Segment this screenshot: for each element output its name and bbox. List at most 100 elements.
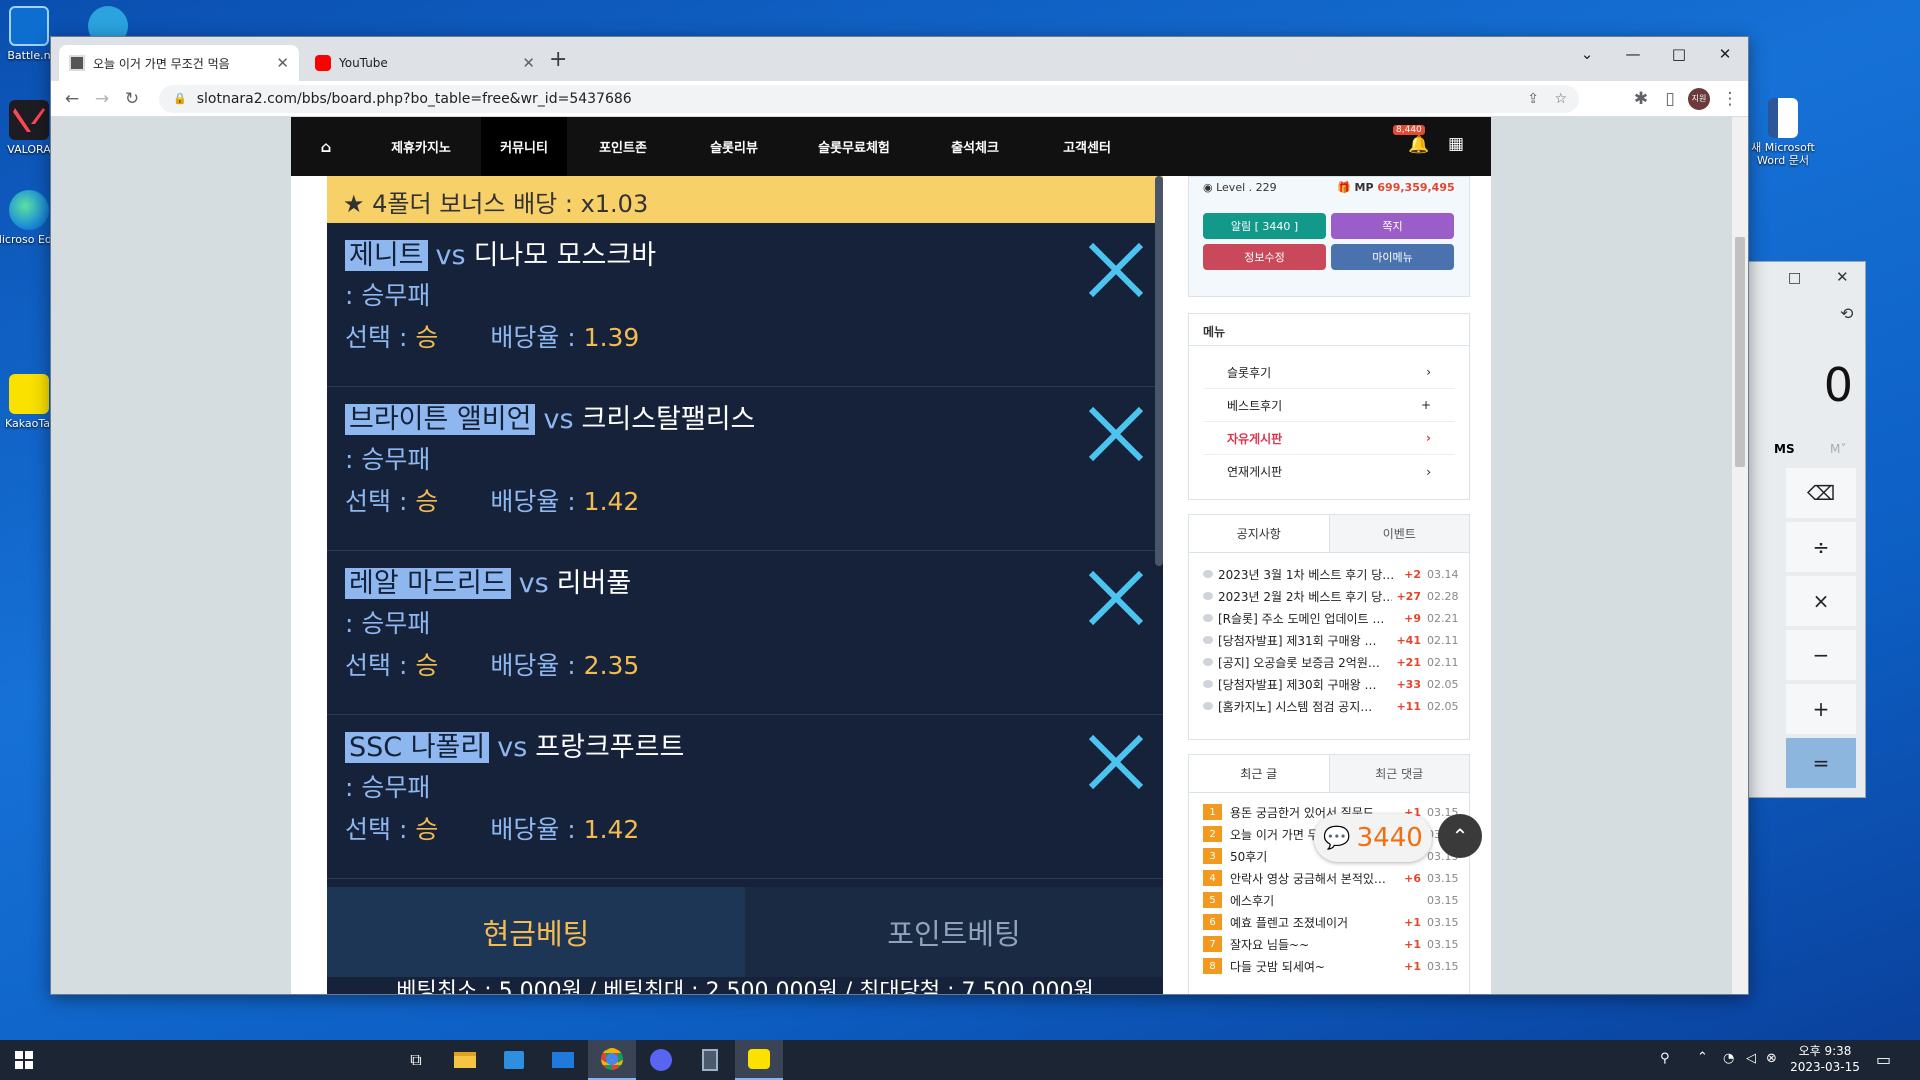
menu-item-best-review[interactable]: 베스트후기 + bbox=[1203, 389, 1455, 422]
notice-item[interactable]: 2023년 2월 2차 베스트 후기 당… +27 02.28 bbox=[1189, 585, 1469, 607]
nav-item-point-zone[interactable]: 포인트존 bbox=[567, 117, 679, 176]
home-team: SSC 나폴리 bbox=[345, 732, 490, 763]
backspace-key[interactable]: ⌫ bbox=[1786, 468, 1856, 518]
tray-chevron-icon[interactable]: ⌃ bbox=[1697, 1050, 1708, 1065]
notice-item[interactable]: [공지] 오공슬롯 보증금 2억원… +21 02.11 bbox=[1189, 651, 1469, 673]
tab-cash-bet[interactable]: 현금베팅 bbox=[327, 887, 745, 977]
message-button[interactable]: 쪽지 bbox=[1331, 213, 1454, 239]
extensions-icon[interactable]: ✱ bbox=[1626, 84, 1656, 114]
file-explorer-icon[interactable] bbox=[441, 1040, 489, 1080]
tab-youtube[interactable]: YouTube ✕ bbox=[305, 45, 545, 81]
people-icon[interactable]: ⚲ bbox=[1660, 1051, 1670, 1066]
remove-x-icon[interactable] bbox=[1087, 569, 1145, 627]
equals-key[interactable]: = bbox=[1786, 738, 1856, 788]
forward-icon[interactable]: → bbox=[87, 84, 117, 114]
clock[interactable]: 오후 9:38 2023-03-15 bbox=[1790, 1043, 1860, 1075]
tab-recent-posts[interactable]: 최근 글 bbox=[1189, 755, 1330, 792]
slip-scrollbar[interactable] bbox=[1155, 176, 1163, 566]
notice-item[interactable]: [당첨자발표] 제30회 구매왕 … +33 02.05 bbox=[1189, 673, 1469, 695]
maximize-icon[interactable]: □ bbox=[1788, 270, 1801, 286]
notice-item[interactable]: 2023년 3월 1차 베스트 후기 당… +2 03.14 bbox=[1189, 563, 1469, 585]
recent-post-item[interactable]: 7 잘자요 님들~~ +1 03.15 bbox=[1189, 933, 1469, 955]
notice-item[interactable]: [당첨자발표] 제31회 구매왕 … +41 02.11 bbox=[1189, 629, 1469, 651]
tab-notice[interactable]: 공지사항 bbox=[1189, 515, 1330, 552]
history-icon[interactable]: ⟲ bbox=[1840, 304, 1853, 323]
nav-item-community[interactable]: 커뮤니티 bbox=[481, 117, 567, 176]
plus-key[interactable]: + bbox=[1786, 684, 1856, 734]
nav-item-partner-casino[interactable]: 제휴카지노 bbox=[361, 117, 481, 176]
chat-bubble-icon: 💬 bbox=[1323, 825, 1351, 851]
chrome-icon[interactable] bbox=[588, 1040, 636, 1080]
my-menu-button[interactable]: 마이메뉴 bbox=[1331, 244, 1454, 270]
tab-active[interactable]: 오늘 이거 가면 무조건 먹음 ✕ bbox=[59, 45, 299, 81]
chat-float-button[interactable]: 💬 3440 bbox=[1314, 814, 1432, 862]
recent-post-item[interactable]: 4 안락사 영상 궁금해서 본적있… +6 03.15 bbox=[1189, 867, 1469, 889]
remove-x-icon[interactable] bbox=[1087, 733, 1145, 791]
edit-profile-button[interactable]: 정보수정 bbox=[1203, 244, 1326, 270]
recent-post-item[interactable]: 6 예효 플렌고 조졌네이거 +1 03.15 bbox=[1189, 911, 1469, 933]
task-view-icon[interactable]: ⧉ bbox=[392, 1040, 440, 1080]
close-icon[interactable]: ✕ bbox=[1836, 268, 1849, 286]
page-scrollbar[interactable] bbox=[1732, 117, 1748, 994]
windows-start-icon[interactable] bbox=[0, 1040, 48, 1080]
close-window-icon[interactable]: ✕ bbox=[1702, 37, 1748, 71]
reload-icon[interactable]: ↻ bbox=[117, 84, 147, 114]
close-tab-icon[interactable]: ✕ bbox=[276, 54, 289, 72]
nav-item-free-slot[interactable]: 슬롯무료체험 bbox=[789, 117, 919, 176]
mail-icon[interactable] bbox=[539, 1040, 587, 1080]
nav-item-customer-center[interactable]: 고객센터 bbox=[1031, 117, 1143, 176]
store-icon[interactable] bbox=[490, 1040, 538, 1080]
market-label: : 승무패 bbox=[345, 281, 431, 310]
scroll-top-icon[interactable]: ⌃ bbox=[1438, 814, 1482, 858]
grid-menu-icon[interactable]: ▦ bbox=[1448, 134, 1464, 154]
minus-key[interactable]: − bbox=[1786, 630, 1856, 680]
share-icon[interactable]: ⇪ bbox=[1527, 91, 1539, 107]
multiply-key[interactable]: × bbox=[1786, 576, 1856, 626]
new-tab-button[interactable]: + bbox=[549, 47, 567, 72]
calculator-window[interactable]: □ ✕ ⟲ 0 MS M˅ ⌫ ÷ × − + = bbox=[1747, 261, 1866, 798]
volume-icon[interactable]: ◁ bbox=[1746, 1051, 1756, 1066]
menu-item-serial-board[interactable]: 연재게시판 › bbox=[1203, 455, 1455, 488]
bell-icon[interactable]: 🔔 bbox=[1408, 135, 1429, 155]
kakaotalk-icon[interactable] bbox=[735, 1040, 783, 1080]
notice-item[interactable]: [R슬롯] 주소 도메인 업데이트 … +9 02.21 bbox=[1189, 607, 1469, 629]
recent-post-item[interactable]: 5 에스후기 03.15 bbox=[1189, 889, 1469, 911]
page-scrollbar-thumb[interactable] bbox=[1735, 237, 1745, 467]
alert-button[interactable]: 알림 [ 3440 ] bbox=[1203, 213, 1326, 239]
side-panel-icon[interactable]: ▯ bbox=[1655, 84, 1685, 114]
tab-search-icon[interactable]: ⌄ bbox=[1564, 37, 1610, 71]
remove-x-icon[interactable] bbox=[1087, 241, 1145, 299]
divide-key[interactable]: ÷ bbox=[1786, 522, 1856, 572]
menu-item-free-board[interactable]: 자유게시판 › bbox=[1203, 422, 1455, 455]
home-icon[interactable]: ⌂ bbox=[291, 117, 361, 176]
nav-item-slot-review[interactable]: 슬롯리뷰 bbox=[679, 117, 789, 176]
back-icon[interactable]: ← bbox=[57, 84, 87, 114]
notification-center-icon[interactable]: ▭ bbox=[1876, 1050, 1891, 1069]
tab-point-bet[interactable]: 포인트베팅 bbox=[745, 887, 1163, 977]
tab-event[interactable]: 이벤트 bbox=[1329, 515, 1469, 552]
desktop-icon-word[interactable]: 새 Microsoft Word 문서 bbox=[1745, 98, 1821, 167]
remove-x-icon[interactable] bbox=[1087, 405, 1145, 463]
taskbar: ⧉ ⚲ ⌃ ◔ ◁ ⊗ 오후 9:38 2023-03-15 ▭ bbox=[0, 1040, 1920, 1080]
choice-value: 승 bbox=[415, 487, 439, 516]
address-bar[interactable]: 🔒 slotnara2.com/bbs/board.php?bo_table=f… bbox=[159, 84, 1579, 113]
discord-icon[interactable] bbox=[637, 1040, 685, 1080]
bet-limits-note: 베팅최소 : 5,000원 / 베팅최대 : 2,500,000원 / 최대당첨… bbox=[396, 979, 1094, 994]
nav-item-attendance[interactable]: 출석체크 bbox=[919, 117, 1031, 176]
menu-item-slot-review[interactable]: 슬롯후기 › bbox=[1203, 356, 1455, 389]
recent-post-item[interactable]: 8 다들 굿밤 되세여~ +1 03.15 bbox=[1189, 955, 1469, 977]
calculator-icon[interactable] bbox=[686, 1040, 734, 1080]
wifi-icon[interactable]: ◔ bbox=[1723, 1051, 1734, 1066]
comment-bubble-icon bbox=[1203, 636, 1213, 644]
maximize-icon[interactable]: □ bbox=[1656, 37, 1702, 71]
bookmark-star-icon[interactable]: ☆ bbox=[1554, 91, 1567, 107]
memory-list-button[interactable]: M˅ bbox=[1830, 442, 1846, 456]
language-icon[interactable]: ⊗ bbox=[1766, 1051, 1777, 1066]
profile-avatar[interactable]: 지원 bbox=[1688, 87, 1710, 110]
notice-item[interactable]: [홈카지노] 시스템 점검 공지… +11 02.05 bbox=[1189, 695, 1469, 717]
memory-store-button[interactable]: MS bbox=[1774, 442, 1795, 456]
minimize-icon[interactable]: — bbox=[1610, 37, 1656, 71]
tab-recent-comments[interactable]: 최근 댓글 bbox=[1329, 755, 1469, 792]
menu-kebab-icon[interactable]: ⋮ bbox=[1715, 84, 1745, 114]
close-tab-icon[interactable]: ✕ bbox=[522, 54, 535, 72]
